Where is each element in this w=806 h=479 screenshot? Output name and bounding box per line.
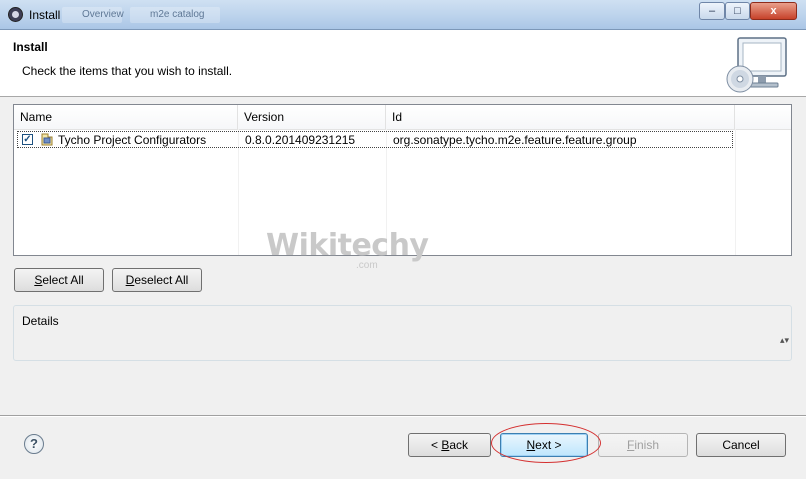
column-header-name[interactable]: Name xyxy=(14,105,238,129)
maximize-button[interactable]: □ xyxy=(725,2,750,20)
item-id: org.sonatype.tycho.m2e.feature.feature.g… xyxy=(393,133,637,147)
details-label: Details xyxy=(22,314,59,328)
deselect-all-mnemonic: D xyxy=(125,273,135,287)
watermark-domain: .com xyxy=(356,260,378,271)
select-all-label: elect All xyxy=(42,273,84,287)
minimize-button[interactable]: – xyxy=(699,2,725,20)
page-title: Install xyxy=(13,40,48,54)
cancel-button[interactable]: Cancel xyxy=(696,433,786,457)
column-header-version[interactable]: Version xyxy=(238,105,386,129)
next-mnemonic: N xyxy=(526,438,536,452)
table-header: Name Version Id xyxy=(14,105,791,130)
window-title-bar[interactable]: Install Overview m2e catalog – □ x xyxy=(0,0,806,30)
item-version: 0.8.0.201409231215 xyxy=(245,133,356,147)
item-name: Tycho Project Configurators xyxy=(58,133,207,147)
eclipse-icon xyxy=(8,7,23,22)
plugin-feature-icon xyxy=(41,133,53,146)
page-subtitle: Check the items that you wish to install… xyxy=(22,64,233,78)
item-checkbox[interactable]: ✓ xyxy=(22,134,33,145)
wizard-content: Name Version Id ✓ Tycho Project Configur… xyxy=(0,97,806,479)
footer-separator-highlight xyxy=(0,416,806,417)
finish-label: inish xyxy=(634,438,660,452)
background-tab-overview: Overview xyxy=(62,7,124,23)
next-label: ext > xyxy=(535,438,562,452)
watermark-text: Wikitechy xyxy=(266,228,429,263)
back-button[interactable]: < Back xyxy=(408,433,491,457)
select-all-button[interactable]: Select All xyxy=(14,268,104,292)
back-label: ack xyxy=(449,438,469,452)
table-row[interactable]: ✓ Tycho Project Configurators 0.8.0.2014… xyxy=(17,131,733,148)
monitor-cd-icon xyxy=(726,37,787,93)
help-icon[interactable]: ? xyxy=(24,434,44,454)
close-window-button[interactable]: x xyxy=(750,2,797,20)
deselect-all-label: eselect All xyxy=(134,273,189,287)
window-title: Install xyxy=(29,8,61,22)
deselect-all-button[interactable]: Deselect All xyxy=(112,268,202,292)
details-group[interactable] xyxy=(13,305,792,361)
details-scroll-arrows[interactable]: ▴▾ xyxy=(780,336,789,351)
column-header-id[interactable]: Id xyxy=(386,105,735,129)
finish-button[interactable]: Finish xyxy=(598,433,688,457)
background-tab-m2e-catalog: m2e catalog xyxy=(130,7,220,23)
column-divider xyxy=(735,129,736,255)
back-prefix: < xyxy=(430,438,442,452)
next-button[interactable]: Next > xyxy=(500,433,588,457)
wizard-header: Install Check the items that you wish to… xyxy=(0,30,806,97)
